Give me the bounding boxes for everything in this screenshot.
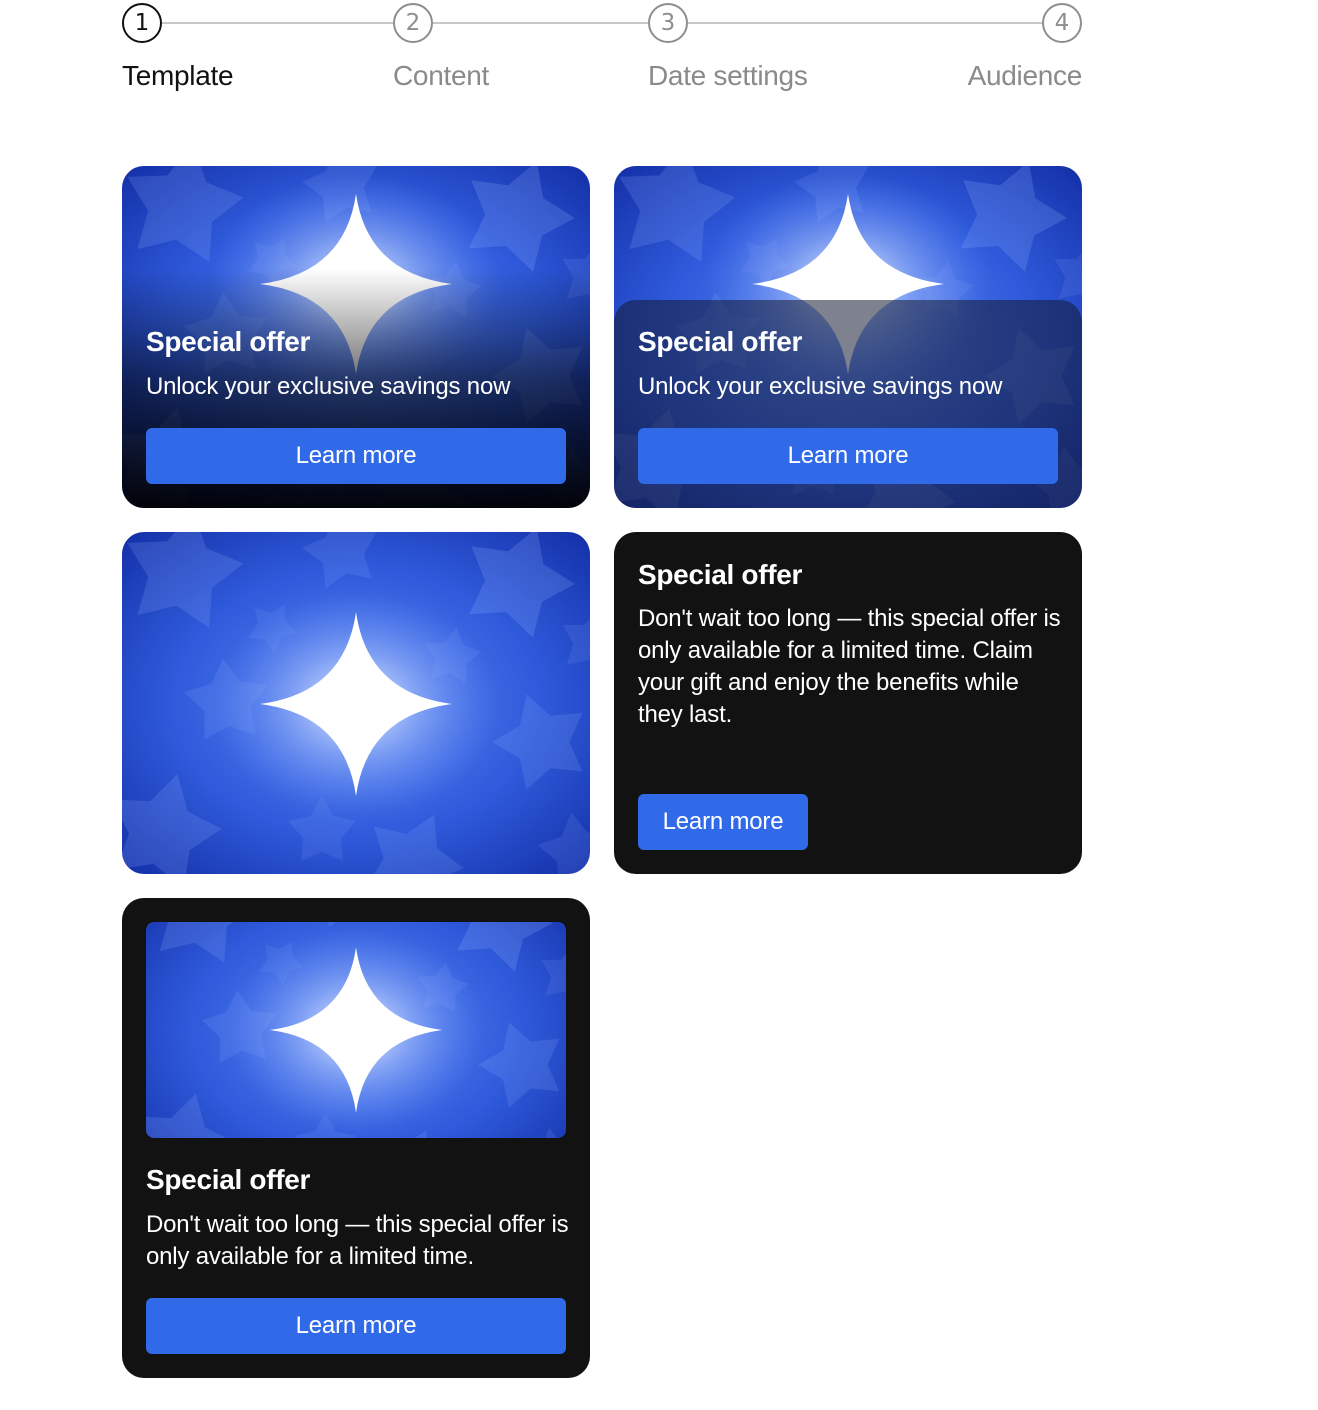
card-title: Special offer [146,326,311,357]
template-card-image-gradient[interactable]: Special offer Unlock your exclusive savi… [122,166,590,508]
step-2-label[interactable]: Content [393,60,489,92]
card-title: Special offer [146,1164,311,1195]
sparkle-star-icon [122,532,590,874]
stepper: 1 2 3 4 Template Content Date settings A… [122,2,1082,102]
card-body-text: Don't wait too long — this special offer… [146,1211,569,1270]
learn-more-button[interactable]: Learn more [638,794,808,850]
card-subtitle: Unlock your exclusive savings now [146,373,511,400]
step-3-label[interactable]: Date settings [648,60,808,92]
sparkle-star-icon [146,922,566,1138]
step-4-indicator[interactable]: 4 [1042,3,1082,43]
learn-more-button[interactable]: Learn more [638,428,1058,484]
template-card-image-top[interactable]: Special offer Don't wait too long — this… [122,898,590,1378]
card-body-text: Don't wait too long — this special offer… [638,605,1061,728]
template-card-image-only[interactable] [122,532,590,874]
card-title: Special offer [638,326,803,357]
step-4-label[interactable]: Audience [968,60,1083,92]
stepper-connector [688,22,1042,24]
template-card-image-panel[interactable]: Special offer Unlock your exclusive savi… [614,166,1082,508]
card-title: Special offer [638,559,803,590]
stepper-connector [433,22,648,24]
step-3-indicator[interactable]: 3 [648,3,688,43]
learn-more-button[interactable]: Learn more [146,428,566,484]
template-card-text-only[interactable]: Special offer Don't wait too long — this… [614,532,1082,874]
step-1-indicator[interactable]: 1 [122,3,162,43]
card-image [146,922,566,1138]
learn-more-button[interactable]: Learn more [146,1298,566,1354]
step-1-label[interactable]: Template [122,60,234,92]
card-subtitle: Unlock your exclusive savings now [638,373,1003,400]
stepper-connector [162,22,393,24]
step-2-indicator[interactable]: 2 [393,3,433,43]
